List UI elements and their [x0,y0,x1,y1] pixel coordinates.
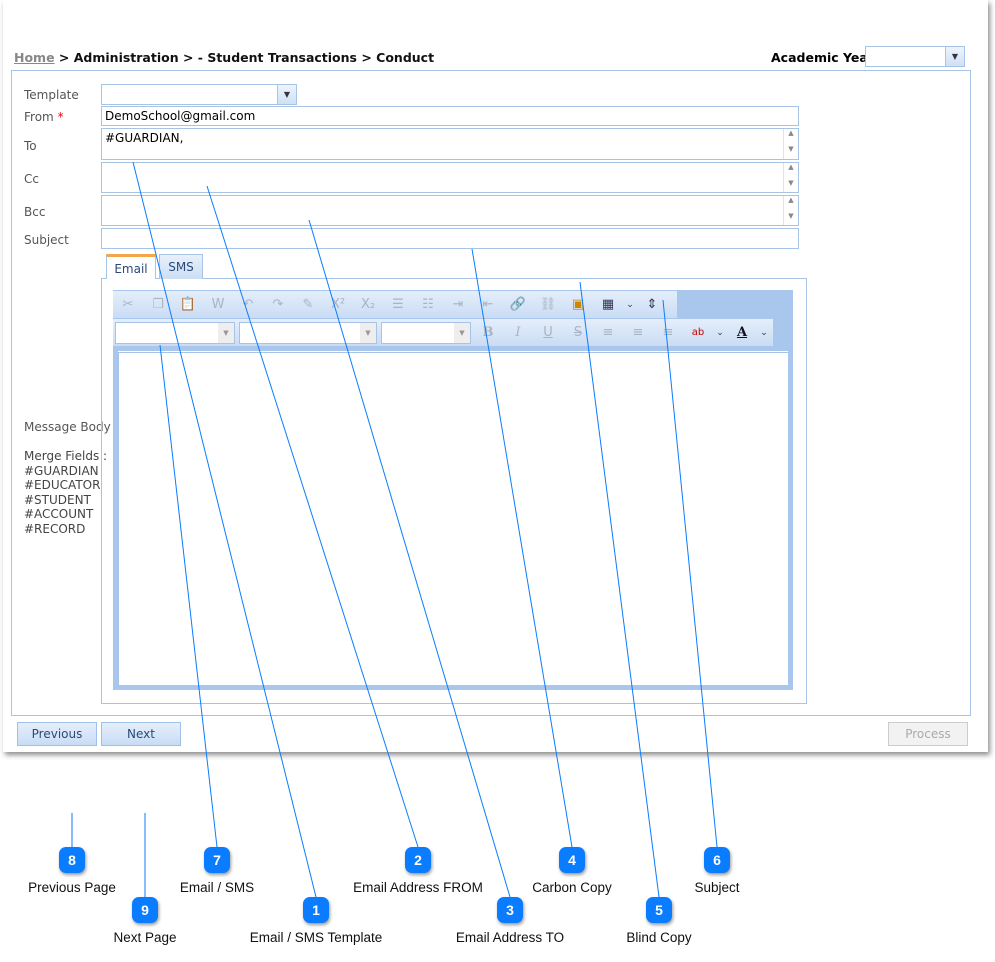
ordered-list-icon[interactable]: ☰ [383,297,413,312]
template-select[interactable]: ▼ [101,84,297,105]
merge-field: #RECORD [24,521,86,536]
chevron-down-icon[interactable]: ⌄ [623,300,637,310]
redo-icon[interactable]: ↷ [263,297,293,312]
to-label: To [24,139,37,153]
to-value: #GUARDIAN, [105,131,184,145]
align-left-icon[interactable]: ≡ [593,325,623,340]
callout-badge: 7 [204,847,230,873]
paste-icon[interactable]: 📋 [173,297,203,312]
callout-badge: 6 [704,847,730,873]
academic-year-select[interactable]: ▼ [865,46,965,67]
to-input[interactable]: #GUARDIAN, ▲ ▼ [101,128,799,160]
spellcheck-icon[interactable]: ✎ [293,297,323,312]
merge-field: #GUARDIAN [24,463,99,478]
resize-icon[interactable]: ⇕ [637,297,667,312]
callout-label: Next Page [113,930,177,945]
paste-word-icon[interactable]: W [203,297,233,312]
breadcrumb: Home > Administration > - Student Transa… [14,50,434,65]
callout-label: Previous Page [28,880,116,895]
callout-badge: 3 [497,897,523,923]
cc-label: Cc [24,172,39,186]
unordered-list-icon[interactable]: ☷ [413,297,443,312]
outdent-icon[interactable]: ⇤ [473,297,503,312]
editor-toolbar: ✂ ❐ 📋 W ↶ ↷ ✎ X² X₂ ☰ ☷ ⇥ ⇤ 🔗 ⛓ ▣ ▦ ⌄ ⇕ … [113,290,793,346]
underline-button[interactable]: U [533,325,563,340]
callout-label: Email / SMS Template [249,930,383,945]
from-input[interactable]: DemoSchool@gmail.com [101,106,799,126]
bcc-label: Bcc [24,205,46,219]
font-name-select[interactable]: ▼ [115,321,235,344]
chevron-down-icon[interactable]: ▼ [277,85,296,104]
highlight-color-icon[interactable]: ab [683,327,713,338]
align-center-icon[interactable]: ≡ [623,325,653,340]
link-icon[interactable]: 🔗 [503,297,533,312]
previous-button[interactable]: Previous [17,722,97,746]
required-mark: * [57,110,64,124]
chevron-down-icon[interactable]: ▼ [218,322,234,343]
superscript-icon[interactable]: X² [323,297,353,312]
unlink-icon[interactable]: ⛓ [533,297,563,312]
undo-icon[interactable]: ↶ [233,297,263,312]
callout-badge: 9 [132,897,158,923]
callout-label: Email Address FROM [353,880,483,895]
message-body-label: Message Body [24,420,111,434]
callout-badge: 8 [59,847,85,873]
subject-label: Subject [24,233,69,247]
breadcrumb-home-link[interactable]: Home [14,50,55,65]
callout-badge: 1 [303,897,329,923]
tab-email[interactable]: Email [106,254,156,279]
copy-icon[interactable]: ❐ [143,297,173,312]
strikethrough-button[interactable]: S [563,325,593,340]
breadcrumb-path: > Administration > - Student Transaction… [54,50,435,65]
callout-label: Email / SMS [179,880,255,895]
process-button[interactable]: Process [888,722,968,746]
merge-fields-label: Merge Fields : [24,449,108,463]
merge-field: #EDUCATOR [24,478,101,492]
chevron-down-icon[interactable]: ▼ [454,322,470,343]
callout-label: Blind Copy [626,930,692,945]
scrollbar[interactable]: ▲ ▼ [783,163,798,192]
scrollbar[interactable]: ▲ ▼ [783,196,798,225]
message-body-editor[interactable] [118,352,790,686]
callout-label: Email Address TO [455,930,565,945]
merge-field: #STUDENT [24,492,91,507]
chevron-down-icon[interactable]: ▼ [360,322,376,343]
scrollbar[interactable]: ▲ ▼ [783,129,798,159]
merge-fields: Merge Fields : #GUARDIAN #EDUCATOR #STUD… [24,449,107,536]
callout-label: Subject [694,880,740,895]
align-right-icon[interactable]: ≡ [653,325,683,340]
font-color-icon[interactable]: A [727,325,757,340]
image-icon[interactable]: ▣ [563,297,593,312]
merge-field: #ACCOUNT [24,507,94,521]
from-label-text: From [24,110,54,124]
cc-input[interactable]: ▲ ▼ [101,162,799,193]
font-size-select[interactable]: ▼ [381,321,471,344]
chevron-down-icon[interactable]: ▼ [945,47,964,66]
callout-badge: 2 [405,847,431,873]
academic-year-label: Academic Year [771,50,874,65]
subject-input[interactable] [101,228,799,249]
table-icon[interactable]: ▦ [593,297,623,312]
italic-button[interactable]: I [503,325,533,340]
bold-button[interactable]: B [473,325,503,340]
next-button[interactable]: Next [101,722,181,746]
tab-sms[interactable]: SMS [159,254,203,279]
font-style-select[interactable]: ▼ [239,321,377,344]
subscript-icon[interactable]: X₂ [353,297,383,312]
callout-badge: 5 [646,897,672,923]
from-label: From * [24,110,64,124]
indent-icon[interactable]: ⇥ [443,297,473,312]
bcc-input[interactable]: ▲ ▼ [101,195,799,226]
template-label: Template [24,88,79,102]
callout-badge: 4 [559,847,585,873]
chevron-down-icon[interactable]: ⌄ [713,328,727,338]
callout-label: Carbon Copy [532,880,612,895]
cut-icon[interactable]: ✂ [113,297,143,312]
chevron-down-icon[interactable]: ⌄ [757,328,771,338]
